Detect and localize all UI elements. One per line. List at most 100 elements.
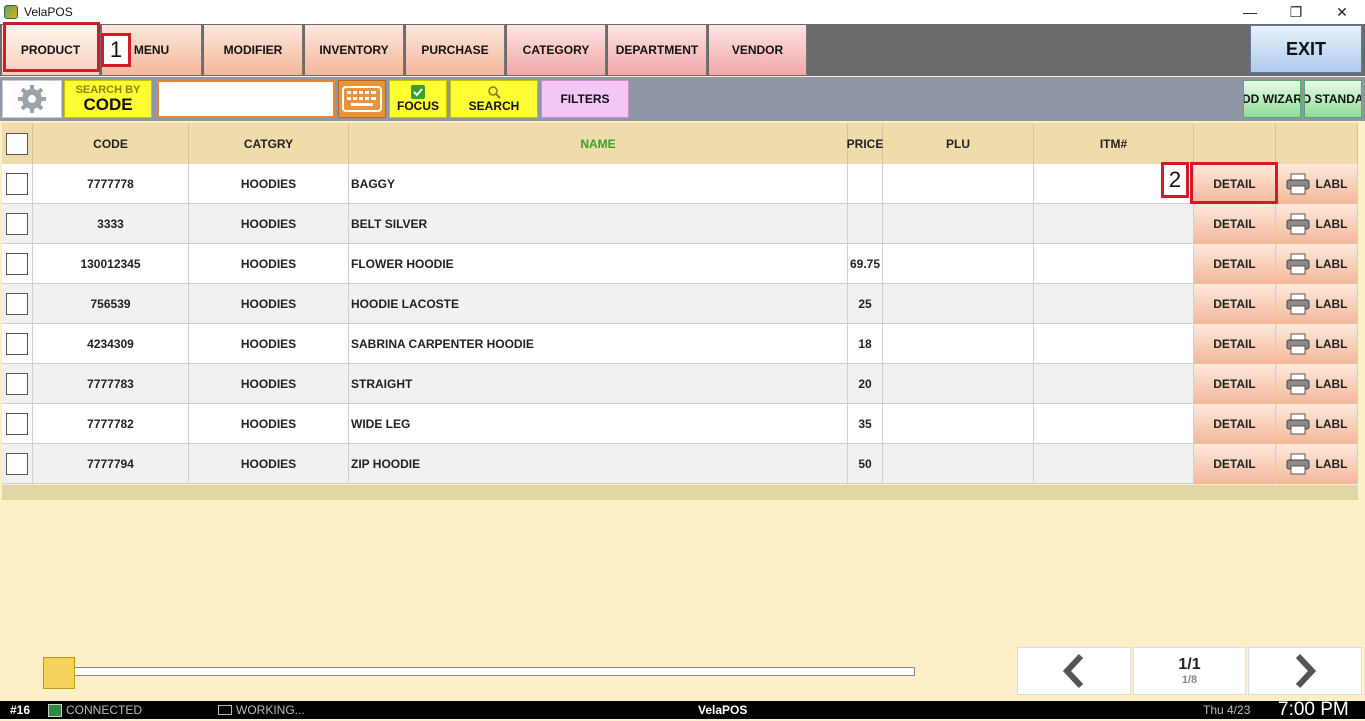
table-row[interactable]: 756539 HOODIES HOODIE LACOSTE 25 DETAIL LABL [2,284,1358,324]
cell-category: HOODIES [189,244,349,284]
tab-department[interactable]: DEPARTMENT [608,25,707,75]
header-category[interactable]: CATGRY [189,123,349,164]
grid-header: CODE CATGRY NAME PRICE PLU ITM# [2,123,1358,164]
row-checkbox[interactable] [6,293,28,315]
tab-inventory[interactable]: INVENTORY [305,25,404,75]
focus-button[interactable]: FOCUS [389,80,447,118]
close-icon[interactable]: ✕ [1319,0,1365,24]
print-label-button[interactable]: LABL [1276,324,1358,364]
print-label-button[interactable]: LABL [1276,284,1358,324]
header-plu[interactable]: PLU [883,123,1034,164]
cell-category: HOODIES [189,324,349,364]
print-label-text: LABL [1315,417,1348,431]
print-label-button[interactable]: LABL [1276,364,1358,404]
row-checkbox[interactable] [6,213,28,235]
row-checkbox[interactable] [6,253,28,275]
table-row[interactable]: 7777794 HOODIES ZIP HOODIE 50 DETAIL LABL [2,444,1358,484]
cell-plu [883,364,1034,404]
print-label-text: LABL [1315,297,1348,311]
print-label-button[interactable]: LABL [1276,164,1358,204]
scroll-slider-thumb[interactable] [43,657,75,689]
table-row[interactable]: 130012345 HOODIES FLOWER HOODIE 69.75 DETAIL… [2,244,1358,284]
add-standard-button[interactable]: ADD STANDARD [1304,80,1362,118]
cell-plu [883,204,1034,244]
exit-button[interactable]: EXIT [1250,25,1362,73]
search-by-button[interactable]: SEARCH BY CODE [64,80,152,118]
row-select-cell [2,164,33,204]
cell-name: ZIP HOODIE [349,444,848,484]
settings-button[interactable] [2,80,62,118]
detail-button[interactable]: DETAIL [1194,284,1276,324]
select-all-checkbox[interactable] [6,132,28,155]
cell-plu [883,324,1034,364]
working-status: WORKING... [236,703,305,717]
row-checkbox[interactable] [6,173,28,195]
print-label-button[interactable]: LABL [1276,244,1358,284]
keyboard-button[interactable] [338,80,386,118]
tab-purchase[interactable]: PURCHASE [406,25,505,75]
select-all-cell [2,123,33,164]
cell-code: 7777783 [33,364,189,404]
cell-price: 25 [848,284,883,324]
table-row[interactable]: 7777783 HOODIES STRAIGHT 20 DETAIL LABL [2,364,1358,404]
print-label-button[interactable]: LABL [1276,404,1358,444]
filters-button[interactable]: FILTERS [541,80,629,118]
cell-plu [883,164,1034,204]
scroll-slider-track[interactable] [60,667,915,676]
tab-vendor[interactable]: VENDOR [709,25,807,75]
cell-item [1034,404,1194,444]
row-checkbox[interactable] [6,453,28,475]
header-detail [1194,123,1276,164]
table-row[interactable]: 7777778 HOODIES BAGGY DETAIL LABL [2,164,1358,204]
restore-icon[interactable]: ❐ [1273,0,1319,24]
cell-category: HOODIES [189,444,349,484]
table-row[interactable]: 3333 HOODIES BELT SILVER DETAIL LABL [2,204,1358,244]
window-titlebar: VelaPOS — ❐ ✕ [0,0,1365,24]
header-name[interactable]: NAME [349,123,848,164]
header-price[interactable]: PRICE [847,123,883,164]
printer-icon [1286,373,1309,395]
print-label-button[interactable]: LABL [1276,204,1358,244]
row-checkbox[interactable] [6,373,28,395]
tab-modifier[interactable]: MODIFIER [204,25,303,75]
connection-status: CONNECTED [66,703,143,717]
table-row[interactable]: 7777782 HOODIES WIDE LEG 35 DETAIL LABL [2,404,1358,444]
detail-button[interactable]: DETAIL [1194,324,1276,364]
search-label: SEARCH [468,99,520,113]
previous-page-button[interactable] [1017,647,1131,695]
app-name: VelaPOS [698,703,748,717]
tab-category[interactable]: CATEGORY [507,25,606,75]
next-page-button[interactable] [1248,647,1362,695]
keyboard-icon [342,86,382,112]
cell-name: STRAIGHT [349,364,848,404]
network-icon [48,704,62,717]
row-checkbox[interactable] [6,333,28,355]
status-date: Thu 4/23 [1203,703,1251,717]
cell-code: 7777794 [33,444,189,484]
cell-price [848,204,883,244]
detail-button[interactable]: DETAIL [1194,204,1276,244]
print-label-button[interactable]: LABL [1276,444,1358,484]
row-select-cell [2,244,33,284]
detail-button[interactable]: DETAIL [1194,244,1276,284]
header-code[interactable]: CODE [33,123,189,164]
row-checkbox[interactable] [6,413,28,435]
cell-item [1034,284,1194,324]
row-select-cell [2,204,33,244]
window-title: VelaPOS [24,5,73,19]
detail-button[interactable]: DETAIL [1194,404,1276,444]
detail-button[interactable]: DETAIL [1194,444,1276,484]
cell-code: 130012345 [33,244,189,284]
search-input[interactable] [157,80,335,118]
minimize-icon[interactable]: — [1227,0,1273,24]
cell-price: 69.75 [848,244,883,284]
printer-icon [1286,253,1309,275]
annotation-highlight-product [3,22,100,72]
search-button[interactable]: SEARCH [450,80,538,118]
add-wizard-button[interactable]: ADD WIZARD [1243,80,1301,118]
row-select-cell [2,404,33,444]
header-item-number[interactable]: ITM# [1034,123,1194,164]
table-row[interactable]: 4234309 HOODIES SABRINA CARPENTER HOODIE 18… [2,324,1358,364]
cell-item [1034,244,1194,284]
detail-button[interactable]: DETAIL [1194,364,1276,404]
